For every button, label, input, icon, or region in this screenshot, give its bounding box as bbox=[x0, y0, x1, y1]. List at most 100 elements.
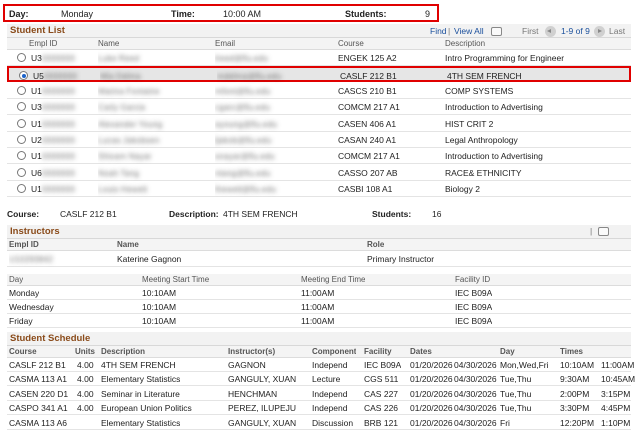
student-name-cell: Alexander Young bbox=[98, 118, 163, 129]
meeting-start: 10:10AM bbox=[142, 316, 177, 326]
page-range: 1-9 of 9 bbox=[561, 26, 590, 36]
student-row[interactable]: U10000000 Marina Fontaine mfont@fiu.edu … bbox=[7, 83, 631, 99]
find-link[interactable]: Find bbox=[430, 26, 447, 36]
schedule-row: CASMA 113 A6 Elementary Statistics GANGU… bbox=[7, 416, 631, 430]
meeting-end: 11:00AM bbox=[301, 302, 335, 312]
student-schedule-header: Student Schedule bbox=[7, 332, 631, 346]
meeting-row: Monday 10:10AM 11:00AM IEC B09A bbox=[7, 286, 631, 300]
student-list-title: Student List bbox=[10, 25, 65, 36]
meeting-day: Wednesday bbox=[9, 302, 54, 312]
col-instructors: Instructor(s) bbox=[228, 347, 276, 356]
schedule-instructor: GANGULY, XUAN bbox=[228, 417, 297, 428]
schedule-description: Seminar in Literature bbox=[101, 388, 180, 399]
col-times: Times bbox=[560, 347, 583, 356]
schedule-course: CASPO 341 A1 bbox=[9, 403, 68, 414]
schedule-day: Tue,Thu bbox=[500, 403, 532, 414]
next-page-icon[interactable] bbox=[594, 26, 605, 37]
schedule-row: CASEN 220 D1 4.00 Seminar in Literature … bbox=[7, 387, 631, 401]
row-select-radio[interactable] bbox=[17, 151, 26, 161]
student-row[interactable]: U30000000 Carly Garcia cgarc@fiu.edu COM… bbox=[7, 99, 631, 116]
instructors-title: Instructors bbox=[10, 226, 60, 237]
col-end-time: Meeting End Time bbox=[301, 275, 366, 284]
col-name: Name bbox=[98, 39, 120, 48]
description-cell: HIST CRIT 2 bbox=[445, 118, 494, 129]
schedule-day: Mon,Wed,Fri bbox=[500, 360, 549, 370]
schedule-instructor: GAGNON bbox=[228, 360, 266, 370]
student-row[interactable]: U20000000 Lucas Jakobsen ljakob@fiu.edu … bbox=[7, 132, 631, 148]
student-row[interactable]: U10000000 Alexander Young ayoung@fiu.edu… bbox=[7, 116, 631, 132]
student-row[interactable]: U30000000 Luke Reed lreed@fiu.edu ENGEK … bbox=[7, 50, 631, 66]
row-select-radio[interactable] bbox=[17, 102, 26, 112]
view-all-link[interactable]: View All bbox=[454, 26, 484, 36]
col-facility-id: Facility ID bbox=[455, 275, 491, 284]
course-cell: COMCM 217 A1 bbox=[338, 102, 400, 113]
schedule-facility: BRB 121 bbox=[364, 417, 399, 428]
schedule-time-end: 10:45AM bbox=[601, 374, 636, 385]
meeting-end: 11:00AM bbox=[301, 316, 335, 326]
schedule-time-start: 10:10AM bbox=[560, 360, 595, 370]
previous-page-icon[interactable] bbox=[545, 26, 556, 37]
empl-id-cell: U20000000 bbox=[31, 135, 75, 145]
grid-download-icon[interactable] bbox=[598, 227, 609, 236]
last-link[interactable]: Last bbox=[609, 26, 625, 36]
separator: | bbox=[448, 26, 451, 36]
row-select-radio[interactable] bbox=[17, 135, 26, 144]
col-course: Course bbox=[338, 39, 364, 48]
row-select-radio[interactable] bbox=[17, 167, 26, 177]
schedule-component: Independ bbox=[312, 403, 348, 414]
schedule-instructor: HENCHMAN bbox=[228, 388, 278, 399]
col-empl-id: Empl ID bbox=[29, 39, 58, 48]
student-email-cell: ntang@fiu.edu bbox=[215, 167, 271, 178]
meeting-day: Friday bbox=[9, 316, 33, 326]
schedule-units: 4.00 bbox=[77, 360, 94, 370]
col-name: Name bbox=[117, 240, 139, 249]
col-day: Day bbox=[9, 275, 24, 284]
schedule-time-end: 1:10PM bbox=[601, 417, 631, 428]
student-email-cell: ayoung@fiu.edu bbox=[215, 118, 278, 129]
col-role: Role bbox=[367, 240, 385, 249]
course-cell: COMCM 217 A1 bbox=[338, 151, 400, 162]
schedule-start-date: 01/20/2026 bbox=[410, 360, 453, 370]
summary-students-label: Students: bbox=[372, 209, 412, 219]
row-select-radio[interactable] bbox=[17, 118, 26, 128]
course-cell: ENGEK 125 A2 bbox=[338, 53, 397, 63]
student-row[interactable]: U10000000 Louis Hewett lhewett@fiu.edu C… bbox=[7, 181, 631, 198]
schedule-end-date: 04/30/2026 bbox=[454, 388, 497, 399]
col-description: Description bbox=[445, 39, 486, 48]
student-row[interactable]: U10000000 Shivam Nayar snayar@fiu.edu CO… bbox=[7, 148, 631, 165]
col-units: Units bbox=[75, 347, 95, 356]
student-row[interactable]: U60000000 Noah Tang ntang@fiu.edu CASSO … bbox=[7, 165, 631, 181]
student-row[interactable]: U50000000 Mia Delma mdelma@fiu.edu CASLF… bbox=[7, 66, 631, 83]
student-email-cell: cgarc@fiu.edu bbox=[215, 102, 270, 113]
row-select-radio[interactable] bbox=[17, 184, 26, 194]
schedule-time-start: 2:00PM bbox=[560, 388, 590, 399]
day-label: Day: bbox=[9, 9, 29, 19]
schedule-description: 4TH SEM FRENCH bbox=[101, 360, 176, 370]
schedule-column-headers: Course Units Description Instructor(s) C… bbox=[7, 346, 631, 358]
schedule-component: Discussion bbox=[312, 417, 354, 428]
schedule-start-date: 01/20/2026 bbox=[410, 417, 453, 428]
student-list-column-headers: Empl ID Name Email Course Description bbox=[7, 38, 631, 50]
student-email-cell: snayar@fiu.edu bbox=[215, 151, 275, 162]
first-link[interactable]: First bbox=[522, 26, 539, 36]
col-facility: Facility bbox=[364, 347, 392, 356]
row-select-radio[interactable] bbox=[17, 85, 26, 95]
row-select-radio[interactable] bbox=[17, 53, 26, 62]
meeting-start: 10:10AM bbox=[142, 288, 177, 298]
course-cell: CASBI 108 A1 bbox=[338, 184, 393, 195]
col-component: Component bbox=[312, 347, 357, 356]
schedule-description: Elementary Statistics bbox=[101, 417, 181, 428]
instructor-empl-id: U10293842 bbox=[9, 254, 53, 264]
schedule-end-date: 04/30/2026 bbox=[454, 360, 497, 370]
row-select-radio[interactable] bbox=[19, 71, 28, 81]
instructor-row: U10293842 Katerine Gagnon Primary Instru… bbox=[7, 251, 631, 267]
meeting-end: 11:00AM bbox=[301, 288, 335, 298]
time-value: 10:00 AM bbox=[223, 9, 262, 19]
grid-download-icon[interactable] bbox=[491, 27, 502, 36]
schedule-instructor: GANGULY, XUAN bbox=[228, 374, 297, 385]
student-name-cell: Marina Fontaine bbox=[98, 85, 160, 96]
schedule-course: CASLF 212 B1 bbox=[9, 360, 66, 370]
empl-id-cell: U60000000 bbox=[31, 167, 75, 178]
schedule-description: Elementary Statistics bbox=[101, 374, 181, 385]
description-value: 4TH SEM FRENCH bbox=[223, 209, 298, 219]
